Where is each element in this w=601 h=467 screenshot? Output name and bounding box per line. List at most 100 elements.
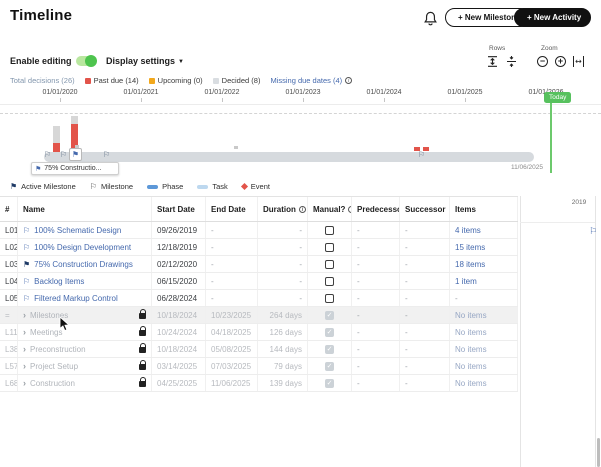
duration: 126 days (269, 327, 302, 337)
column-header-duration[interactable]: Duration i (258, 197, 308, 221)
table-row[interactable]: L02 ⚐ 100% Design Development 12/18/2019- - -… (0, 239, 518, 256)
zoom-out-button[interactable]: − (537, 56, 548, 67)
column-header-label: End Date (211, 204, 246, 214)
items-link[interactable]: No items (455, 362, 487, 371)
items-link[interactable]: No items (455, 379, 487, 388)
chevron-right-icon[interactable]: › (23, 327, 26, 337)
column-header-manual-[interactable]: Manual?i (308, 197, 352, 221)
row-name[interactable]: Project Setup (30, 362, 78, 371)
table-row[interactable]: L11 › Meetings 10/24/2024 04/18/2025 126 days… (0, 324, 518, 341)
column-header-items[interactable]: Items (450, 197, 518, 221)
items-link[interactable]: No items (455, 345, 487, 354)
display-settings-dropdown[interactable]: Display settings ▼ (106, 56, 184, 66)
items-link[interactable]: 1 item (455, 277, 477, 286)
milestone-flag-icon[interactable]: ⚐ (44, 150, 51, 160)
row-name-link[interactable]: 75% Construction Drawings (34, 260, 133, 269)
items-link[interactable]: 4 items (455, 226, 481, 235)
decision-filter-item[interactable]: Decided (8) (212, 76, 260, 85)
column-header-end-date[interactable]: End Date (206, 197, 258, 221)
table-row[interactable]: L03 ⚑ 75% Construction Drawings 02/12/2020-… (0, 256, 518, 273)
zoom-in-button[interactable]: + (555, 56, 566, 67)
row-name-link[interactable]: 100% Schematic Design (34, 226, 121, 235)
manual-checkbox[interactable]: ✓ (325, 327, 334, 337)
milestone-flag-icon[interactable]: ⚐ (589, 227, 597, 237)
manual-checkbox[interactable]: ✓ (325, 310, 334, 320)
items-link[interactable]: 15 items (455, 243, 485, 252)
chevron-down-icon: ▼ (178, 59, 184, 65)
successor-cell: - (400, 375, 450, 391)
row-name[interactable]: Preconstruction (30, 345, 86, 354)
phase-bar[interactable] (44, 152, 534, 162)
new-activity-button[interactable]: + New Activity (514, 8, 592, 27)
panel-year-label: 2019 (571, 199, 587, 206)
flag-filled-icon: ⚑ (23, 259, 31, 269)
flag-outline-icon: ⚐ (23, 225, 31, 235)
column-header-name[interactable]: Name (18, 197, 152, 221)
decision-filter-item[interactable]: Past due (14) (84, 76, 139, 85)
column-header--[interactable]: # (0, 197, 18, 221)
table-row[interactable]: L05 ⚐ Filtered Markup Control 06/28/2024- - -… (0, 290, 518, 307)
decision-filter-item[interactable]: Upcoming (0) (148, 76, 203, 85)
milestone-flag-icon[interactable]: ⚐ (103, 150, 110, 160)
manual-checkbox[interactable]: ✓ (325, 361, 334, 371)
total-decisions-label[interactable]: Total decisions (26) (10, 76, 75, 85)
chevron-right-icon[interactable]: › (23, 361, 26, 371)
predecessor-cell: - (352, 324, 400, 340)
manual-checkbox[interactable] (325, 242, 334, 252)
legend-label: Task (212, 182, 228, 191)
task-tick[interactable] (234, 146, 238, 149)
table-row[interactable]: L38 › Preconstruction 10/18/2024 05/08/2025 1… (0, 341, 518, 358)
legend-label: Milestone (100, 182, 134, 191)
zoom-fit-button[interactable]: ↔ (573, 56, 584, 67)
chevron-right-icon[interactable]: › (23, 378, 26, 388)
row-name[interactable]: Construction (30, 379, 75, 388)
manual-checkbox[interactable] (325, 293, 334, 303)
end-date: - (211, 259, 214, 269)
items-link[interactable]: 18 items (455, 260, 485, 269)
row-id-cell: L02 (0, 239, 18, 255)
predecessor-cell: - (352, 358, 400, 374)
end-date-cell: 10/23/2025 (206, 307, 258, 323)
axis-tick (384, 98, 385, 102)
expand-rows-button[interactable] (486, 55, 499, 68)
table-row[interactable]: L57 › Project Setup 03/14/2025 07/03/2025 79 … (0, 358, 518, 375)
items-link[interactable]: No items (455, 328, 487, 337)
zoom-label: Zoom (541, 45, 558, 52)
axis-tick (141, 98, 142, 102)
predecessor-cell: - (352, 273, 400, 289)
predecessor: - (357, 276, 360, 286)
decision-bar-gray[interactable] (53, 126, 60, 143)
row-name-link[interactable]: 100% Design Development (34, 243, 131, 252)
items-cell: No items (450, 324, 518, 340)
manual-checkbox[interactable]: ✓ (325, 378, 334, 388)
row-name-link[interactable]: Filtered Markup Control (34, 294, 118, 303)
column-header-start-date[interactable]: Start Date (152, 197, 206, 221)
manual-checkbox[interactable] (325, 259, 334, 269)
row-id-cell: L68 (0, 375, 18, 391)
table-row[interactable]: L68 › Construction 04/25/2025 11/06/2025 139 … (0, 375, 518, 392)
notification-bell-icon[interactable] (423, 11, 438, 27)
manual-checkbox[interactable] (325, 225, 334, 235)
chevron-right-icon[interactable]: › (23, 344, 26, 354)
vertical-scrollbar[interactable] (597, 438, 600, 467)
collapse-rows-button[interactable] (505, 55, 518, 68)
column-header-predecessor[interactable]: Predecessor (352, 197, 400, 221)
milestone-flag-icon[interactable]: ⚐ (418, 150, 425, 160)
milestone-flag-icon[interactable]: ⚐ (60, 150, 67, 160)
chevron-right-icon[interactable]: › (23, 310, 26, 320)
decision-bar-gray[interactable] (71, 116, 78, 124)
table-row[interactable]: L04 ⚐ Backlog Items 06/15/2020- - - -1 item (0, 273, 518, 290)
enable-editing-toggle[interactable] (76, 55, 97, 67)
items-link[interactable]: No items (455, 311, 487, 320)
end-date: 11/06/2025 (211, 378, 251, 388)
table-row[interactable]: L01 ⚐ 100% Schematic Design 09/26/2019- - - -4… (0, 222, 518, 239)
row-name-link[interactable]: Backlog Items (34, 277, 84, 286)
axis-tick (222, 98, 223, 102)
table-row[interactable]: = › Milestones 10/18/2024 10/23/2025 264 days… (0, 307, 518, 324)
manual-checkbox[interactable] (325, 276, 334, 286)
column-header-successor[interactable]: Successor (400, 197, 450, 221)
manual-checkbox[interactable]: ✓ (325, 344, 334, 354)
selected-milestone-flag[interactable]: ⚑ (69, 148, 82, 161)
missing-due-dates-link[interactable]: Missing due dates (4) i (270, 76, 353, 85)
start-date: 10/18/2024 (157, 310, 198, 320)
